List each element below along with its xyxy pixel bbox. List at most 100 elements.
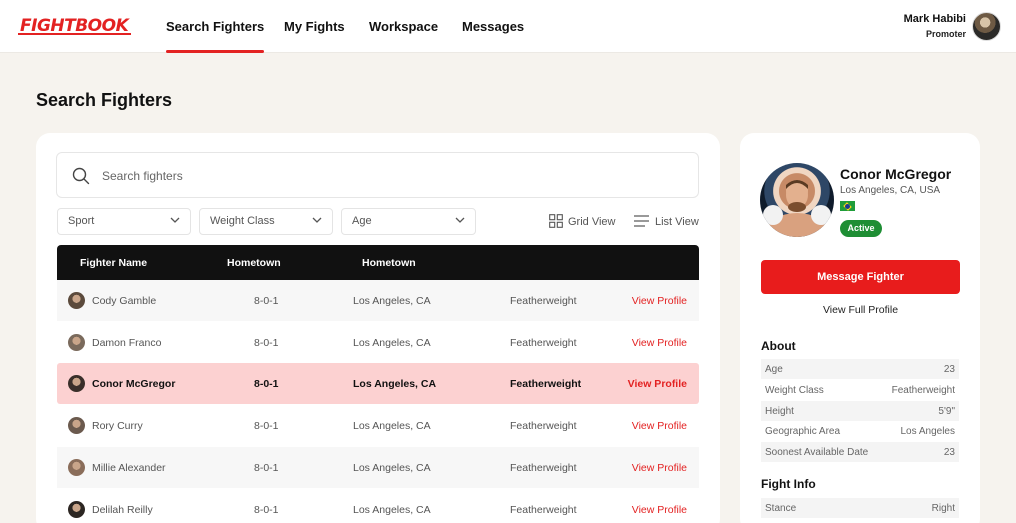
column-header-fighter-name[interactable]: Fighter Name [80,257,147,269]
list-view-button[interactable]: List View [634,214,700,230]
info-label: Age [765,364,783,375]
fighter-avatar [68,292,85,309]
nav-label: Messages [462,19,525,34]
fighter-avatar [68,375,85,393]
fighter-name: Rory Curry [92,420,143,433]
search-icon [72,167,90,185]
table-row-selected[interactable]: Conor McGregor 8-0-1 Los Angeles, CA Feathe… [57,363,699,405]
info-row: Weight Class Featherweight [761,380,959,400]
status-badge: Active [840,220,882,237]
view-profile-link[interactable]: View Profile [628,378,687,390]
info-row: Height 5'9" [761,400,959,421]
profile-name: Conor McGregor [840,166,952,182]
fighter-avatar [68,500,85,518]
fightbook-logo[interactable]: FIGHTBOOK [18,16,132,36]
info-label: Stance [765,503,797,514]
table-row[interactable]: Millie Alexander 8-0-1 Los Angeles, CA Feat… [57,446,699,488]
nav-messages[interactable]: Messages [462,0,524,53]
view-profile-link[interactable]: View Profile [632,462,687,474]
user-avatar[interactable] [972,12,1001,41]
age-filter-label: Age [352,215,372,227]
info-label: Soonest Available Date [765,447,869,459]
column-header-hometown[interactable]: Hometown [362,257,416,269]
about-section-title: About [761,339,796,353]
fighter-photo-illustration [763,180,831,237]
info-value: 23 [943,364,955,375]
chevron-down-icon [312,217,322,223]
page-title: Search Fighters [36,90,173,110]
fighter-hometown: Los Angeles, CA [353,420,431,433]
info-label: Weight Class [765,384,824,396]
fighter-search-card: Sport Weight Class Age Grid View List Vi… [36,133,720,523]
info-value: Featherweight [891,384,955,396]
info-row: Age 23 [761,359,959,379]
view-profile-link[interactable]: View Profile [632,295,687,307]
view-full-profile-link[interactable]: View Full Profile [761,304,960,316]
active-tab-indicator [166,50,265,53]
view-profile-link[interactable]: View Profile [632,420,687,432]
fighter-avatar [68,417,85,435]
user-role: Promoter [925,29,966,39]
age-filter-dropdown[interactable]: Age [341,208,476,235]
fighter-name: Damon Franco [92,336,162,349]
fighter-avatar [68,458,85,476]
fighter-weight-class: Featherweight [510,503,577,516]
grid-view-button[interactable]: Grid View [549,214,619,230]
table-row[interactable]: Cody Gamble 8-0-1 Los Angeles, CA Featherwe… [57,280,699,321]
chevron-down-icon [455,217,465,223]
fighter-hometown: Los Angeles, CA [353,295,431,307]
info-row: Stance Right [761,498,959,518]
chevron-down-icon [170,217,180,223]
fighter-record: 8-0-1 [254,503,279,516]
fighter-hometown: Los Angeles, CA [353,378,437,391]
table-row[interactable]: Damon Franco 8-0-1 Los Angeles, CA Featherw… [57,322,699,363]
view-profile-link[interactable]: View Profile [632,337,687,349]
fighter-hometown: Los Angeles, CA [353,461,431,474]
nav-search-fighters[interactable]: Search Fighters [166,0,265,53]
info-value: 5'9" [938,405,955,417]
fighter-weight-class: Featherweight [510,295,577,307]
search-input[interactable] [102,165,682,187]
message-fighter-button[interactable]: Message Fighter [761,260,960,294]
fighter-record: 8-0-1 [254,378,279,391]
sport-filter-label: Sport [68,215,95,227]
sport-filter-dropdown[interactable]: Sport [57,208,191,235]
fighter-record: 8-0-1 [254,461,279,474]
fighter-hometown: Los Angeles, CA [353,336,431,349]
table-header: Fighter Name Hometown Hometown [57,245,699,280]
info-label: Height [765,405,794,417]
fighter-profile-panel: Conor McGregor Los Angeles, CA, USA Acti… [740,133,980,523]
fighter-weight-class: Featherweight [510,336,577,349]
profile-location: Los Angeles, CA, USA [840,185,941,196]
weight-class-filter-dropdown[interactable]: Weight Class [199,208,333,235]
column-header-record[interactable]: Hometown [227,257,281,269]
info-value: Los Angeles [900,426,956,438]
fighter-record: 8-0-1 [254,295,279,307]
nav-workspace[interactable]: Workspace [369,0,438,53]
top-navigation-bar: FIGHTBOOK Search Fighters My Fights Work… [0,0,1016,53]
grid-icon [549,214,563,228]
fight-info-section-title: Fight Info [761,477,816,491]
info-value: Right [931,503,955,514]
fighter-name: Conor McGregor [92,378,176,391]
fighter-weight-class: Featherweight [510,420,577,433]
list-icon [634,215,649,227]
nav-my-fights[interactable]: My Fights [284,0,345,53]
fighter-name: Cody Gamble [92,295,157,307]
nav-label: Workspace [369,19,439,34]
fighter-record: 8-0-1 [254,336,279,349]
grid-view-label: Grid View [568,216,616,228]
fighter-photo [760,163,834,237]
fighter-avatar [68,333,85,351]
brazil-flag-icon [840,201,855,211]
table-row[interactable]: Rory Curry 8-0-1 Los Angeles, CA Featherwei… [57,405,699,446]
nav-label: My Fights [284,19,345,34]
info-label: Geographic Area [765,426,841,438]
fighter-name: Delilah Reilly [92,503,153,516]
view-profile-link[interactable]: View Profile [632,504,687,516]
info-row: Soonest Available Date 23 [761,442,959,463]
table-row[interactable]: Delilah Reilly 8-0-1 Los Angeles, CA Feathe… [57,489,699,523]
user-name: Mark Habibi [903,13,966,25]
info-row: Geographic Area Los Angeles [761,421,959,441]
list-view-label: List View [655,216,699,228]
